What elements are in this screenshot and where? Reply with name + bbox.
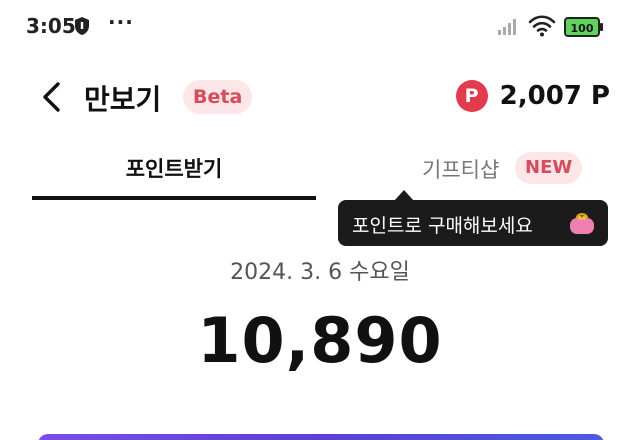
wifi-icon (528, 14, 556, 38)
tooltip: 포인트로 구매해보세요 (338, 200, 608, 246)
page-title: 만보기 (84, 83, 162, 116)
tab-label: 포인트받기 (125, 157, 223, 181)
new-badge: NEW (515, 152, 583, 184)
back-arrow-icon[interactable] (38, 80, 66, 114)
current-date: 2024. 3. 6 수요일 (230, 260, 410, 285)
tab-gift-shop[interactable]: 기프티샵 NEW (330, 140, 610, 202)
tab-label: 기프티샵 (422, 158, 500, 182)
tab-bar: 포인트받기 기프티샵 NEW (0, 140, 640, 202)
points-balance[interactable]: P 2,007 P (455, 78, 610, 114)
battery-level: 100 (571, 22, 594, 35)
step-count: 10,890 (197, 304, 443, 377)
more-notifications-icon: ··· (108, 10, 134, 34)
shield-icon (74, 16, 90, 36)
points-value: 2,007 P (499, 81, 610, 111)
status-bar: 3:05 ··· 100 (0, 0, 640, 56)
tooltip-text: 포인트로 구매해보세요 (352, 215, 533, 237)
purse-icon (568, 210, 596, 236)
bottom-banner[interactable] (38, 434, 604, 440)
battery-icon: 100 (564, 17, 604, 37)
tab-earn-points[interactable]: 포인트받기 (32, 140, 316, 202)
points-icon: P (455, 80, 488, 112)
active-tab-indicator (32, 196, 316, 200)
beta-badge: Beta (183, 80, 253, 114)
status-time: 3:05 (26, 14, 76, 38)
app-header: 만보기 Beta P 2,007 P (0, 62, 640, 130)
signal-icon (497, 16, 521, 36)
